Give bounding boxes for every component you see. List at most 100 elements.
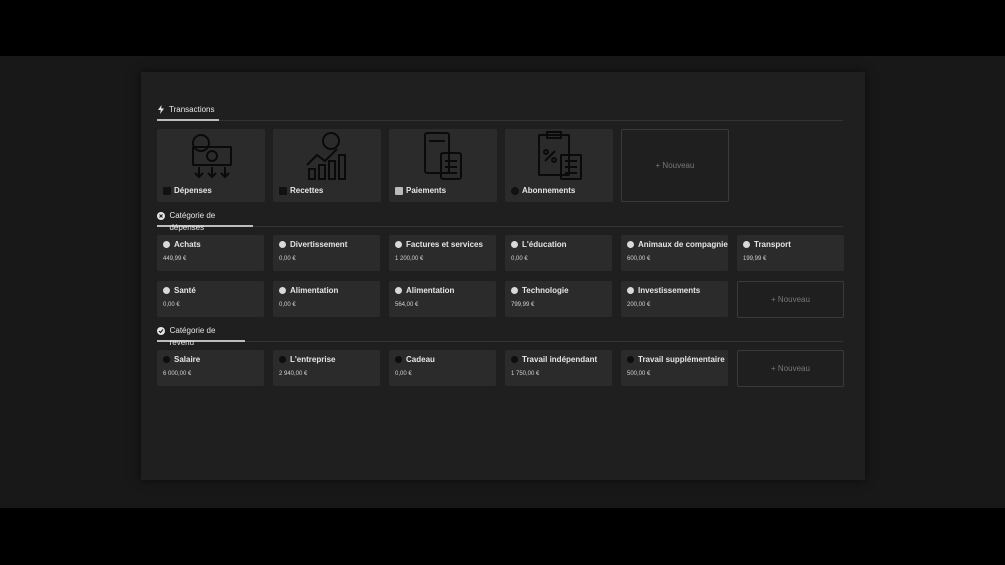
category-amount: 0,00 € (511, 256, 528, 262)
transactions-title: Transactions (169, 105, 215, 114)
income-categories-header: Catégorie de revenu (157, 325, 843, 347)
expense-category-card[interactable]: Santé 0,00 € (157, 281, 264, 317)
category-amount: 200,00 € (627, 302, 651, 308)
category-name: L'entreprise (290, 355, 336, 364)
recettes-cover (273, 129, 381, 183)
expense-category-card[interactable]: Technologie 799,99 € (505, 281, 612, 317)
category-name: Santé (174, 286, 196, 295)
status-dot-icon (627, 356, 634, 363)
calculator-clipboard-icon (538, 131, 582, 180)
cash-icon (279, 186, 287, 195)
status-dot-icon (395, 241, 402, 248)
letterbox-bottom (0, 508, 1005, 565)
money-arrows-icon (192, 134, 232, 179)
transactions-tab[interactable]: Transactions (157, 104, 219, 121)
status-dot-icon (279, 287, 286, 294)
gallery-card-depenses[interactable]: Dépenses (157, 129, 265, 202)
card-label: Recettes (290, 186, 324, 195)
income-category-card[interactable]: Travail indépendant 1 750,00 € (505, 350, 612, 386)
card-label: Dépenses (174, 186, 212, 195)
status-dot-icon (163, 241, 170, 248)
lightning-icon (157, 105, 165, 114)
status-dot-icon (743, 241, 750, 248)
income-category-card[interactable]: Cadeau 0,00 € (389, 350, 496, 386)
card-payment-icon (424, 132, 462, 180)
abonnements-cover (505, 129, 613, 183)
status-dot-icon (163, 356, 170, 363)
status-dot-icon (163, 287, 170, 294)
letterbox-top (0, 0, 1005, 56)
category-name: Travail supplémentaire (638, 355, 725, 364)
income-categories-tab[interactable]: Catégorie de revenu (157, 325, 245, 347)
category-name: Salaire (174, 355, 201, 364)
expense-categories-header: Catégorie de dépenses (157, 210, 843, 232)
expense-category-card[interactable]: Animaux de compagnie 600,00 € (621, 235, 728, 271)
category-amount: 2 940,00 € (279, 371, 308, 377)
category-amount: 1 200,00 € (395, 256, 424, 262)
check-circle-icon (157, 326, 166, 335)
gear-icon (511, 186, 519, 195)
income-category-card[interactable]: L'entreprise 2 940,00 € (273, 350, 380, 386)
category-amount: 6 000,00 € (163, 371, 192, 377)
income-category-card[interactable]: Salaire 6 000,00 € (157, 350, 264, 386)
income-categories-title: Catégorie de revenu (169, 326, 216, 347)
category-name: Technologie (522, 286, 569, 295)
expense-category-card[interactable]: L'éducation 0,00 € (505, 235, 612, 271)
close-circle-icon (157, 211, 166, 220)
category-name: Factures et services (406, 240, 483, 249)
notion-page: Transactions Dépenses Recettes Paiements… (141, 72, 865, 480)
growth-chart-icon (306, 132, 346, 180)
category-amount: 799,99 € (511, 302, 535, 308)
category-name: Travail indépendant (522, 355, 598, 364)
category-amount: 0,00 € (163, 302, 180, 308)
card-label: Abonnements (522, 186, 576, 195)
status-dot-icon (395, 287, 402, 294)
new-expense-category-button[interactable]: + Nouveau (737, 281, 844, 318)
category-amount: 1 750,00 € (511, 371, 540, 377)
card-label: Paiements (406, 186, 447, 195)
wallet-icon (163, 186, 171, 195)
gallery-card-paiements[interactable]: Paiements (389, 129, 497, 202)
category-amount: 0,00 € (279, 302, 296, 308)
transactions-section-header: Transactions (157, 104, 843, 121)
status-dot-icon (279, 356, 286, 363)
expense-category-card[interactable]: Divertissement 0,00 € (273, 235, 380, 271)
status-dot-icon (511, 241, 518, 248)
category-name: Alimentation (406, 286, 455, 295)
status-dot-icon (627, 241, 634, 248)
category-amount: 199,99 € (743, 256, 767, 262)
category-name: Achats (174, 240, 201, 249)
gallery-card-recettes[interactable]: Recettes (273, 129, 381, 202)
status-dot-icon (511, 356, 518, 363)
expense-category-card[interactable]: Investissements 200,00 € (621, 281, 728, 317)
expense-category-card[interactable]: Alimentation 0,00 € (273, 281, 380, 317)
category-amount: 0,00 € (279, 256, 296, 262)
category-amount: 0,00 € (395, 371, 412, 377)
expense-category-card[interactable]: Achats 449,99 € (157, 235, 264, 271)
expense-categories-title: Catégorie de dépenses (169, 211, 216, 232)
status-dot-icon (279, 241, 286, 248)
category-amount: 500,00 € (627, 371, 651, 377)
expense-category-card[interactable]: Transport 199,99 € (737, 235, 844, 271)
status-dot-icon (395, 356, 402, 363)
category-name: Alimentation (290, 286, 339, 295)
expense-category-card[interactable]: Alimentation 564,00 € (389, 281, 496, 317)
category-name: Investissements (638, 286, 701, 295)
expense-category-card[interactable]: Factures et services 1 200,00 € (389, 235, 496, 271)
category-amount: 600,00 € (627, 256, 651, 262)
category-name: Divertissement (290, 240, 348, 249)
category-name: Cadeau (406, 355, 435, 364)
depenses-cover (157, 129, 265, 183)
category-name: Transport (754, 240, 791, 249)
paiements-cover (389, 129, 497, 183)
category-name: L'éducation (522, 240, 567, 249)
new-income-category-button[interactable]: + Nouveau (737, 350, 844, 387)
envelope-icon (395, 186, 403, 195)
status-dot-icon (511, 287, 518, 294)
status-dot-icon (627, 287, 634, 294)
gallery-card-abonnements[interactable]: Abonnements (505, 129, 613, 202)
new-transaction-button[interactable]: + Nouveau (621, 129, 729, 202)
expense-categories-tab[interactable]: Catégorie de dépenses (157, 210, 253, 232)
category-amount: 449,99 € (163, 256, 187, 262)
income-category-card[interactable]: Travail supplémentaire 500,00 € (621, 350, 728, 386)
